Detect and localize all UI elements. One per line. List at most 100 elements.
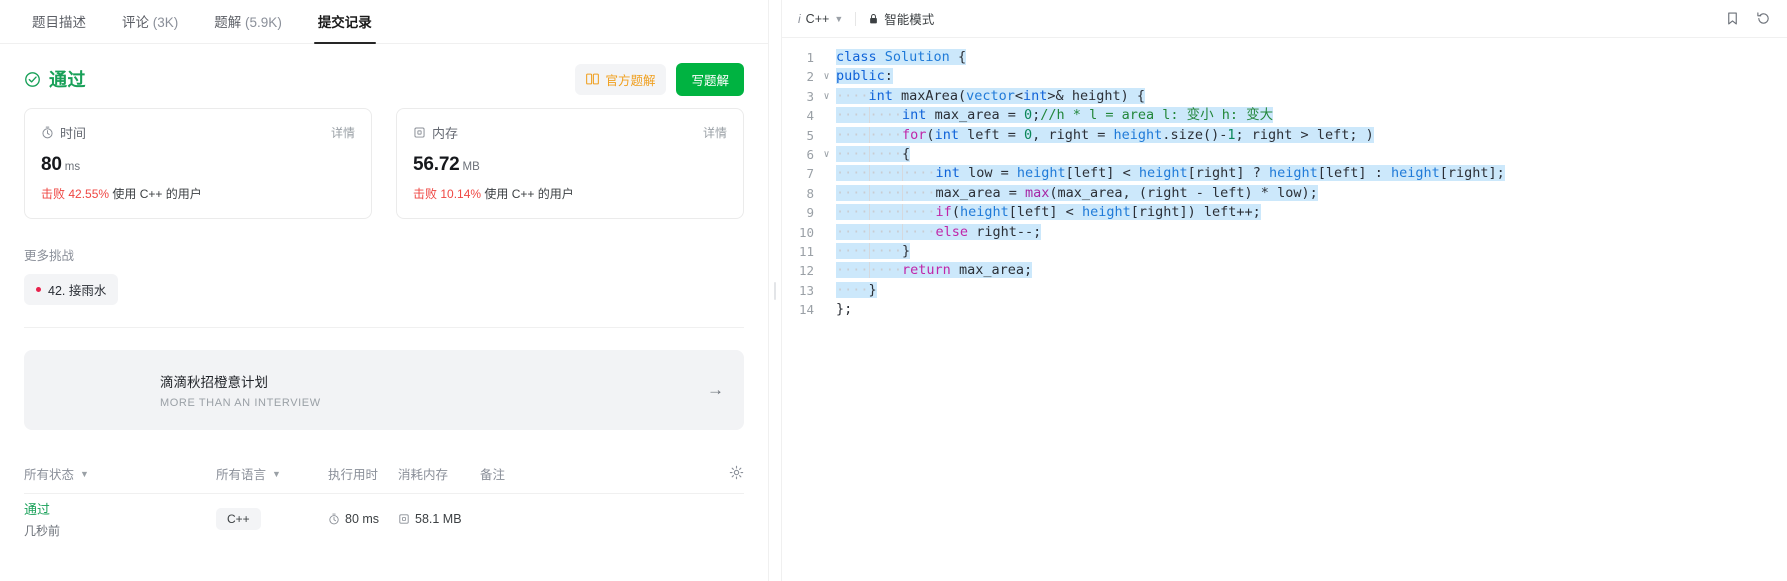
memory-card-label: 内存	[432, 126, 459, 141]
memory-beat-pct: 10.14%	[440, 187, 482, 201]
tab-solutions-count: (5.9K)	[245, 14, 282, 30]
runtime-beat-pct: 42.55%	[68, 187, 110, 201]
code-line: 4 ········int max_area = 0;//h * l = are…	[782, 106, 1787, 125]
challenge-chip[interactable]: 42. 接雨水	[24, 274, 119, 305]
resize-grip-icon	[774, 281, 776, 300]
row-status-text[interactable]: 通过	[24, 499, 216, 518]
code-line: 12 ········return max_area;	[782, 261, 1787, 280]
fold-toggle[interactable]	[820, 300, 833, 319]
fold-toggle[interactable]: ∨	[820, 145, 833, 164]
stopwatch-icon	[329, 513, 339, 525]
table-settings-button[interactable]	[720, 465, 744, 483]
col-runtime-header: 执行用时	[328, 468, 379, 482]
write-solution-button[interactable]: 写题解	[676, 62, 744, 96]
line-number: 12	[798, 263, 814, 279]
official-solution-button[interactable]: 官方题解	[575, 63, 667, 95]
code-line-text: ········{	[836, 145, 911, 162]
row-status-cell: 通过 几秒前	[24, 499, 216, 539]
gear-icon	[729, 465, 744, 479]
filter-language-dropdown[interactable]: 所有语言 ▼	[216, 464, 328, 483]
code-line: 5 ········for(int left = 0, right = heig…	[782, 126, 1787, 145]
bookmark-icon[interactable]	[1725, 11, 1740, 26]
tab-description[interactable]: 题目描述	[14, 0, 104, 44]
history-revert-icon[interactable]	[1756, 11, 1771, 26]
stopwatch-icon	[42, 126, 53, 139]
col-note-header: 备注	[480, 468, 506, 482]
tab-solutions-label: 题解	[214, 14, 242, 30]
code-line: 10 ············else right--;	[782, 223, 1787, 242]
memory-detail-link[interactable]: 详情	[703, 124, 727, 141]
language-selector-label: C++	[805, 11, 830, 26]
fold-toggle[interactable]: ∨	[820, 87, 833, 106]
line-number: 7	[806, 166, 814, 182]
language-selector[interactable]: i C++ ▼	[798, 12, 843, 26]
line-number: 10	[798, 224, 814, 240]
runtime-detail-link[interactable]: 详情	[331, 124, 355, 141]
runtime-unit: ms	[64, 161, 81, 173]
result-header: 通过 官方题解 写题解	[24, 62, 744, 96]
runtime-card: 时间 详情 80 ms 击败 42.55% 使用 C++ 的用户	[24, 108, 372, 219]
result-status-group: 通过	[24, 66, 86, 92]
fold-toggle[interactable]	[820, 164, 833, 183]
code-line: 11 ········}	[782, 242, 1787, 261]
runtime-beat: 击败 42.55% 使用 C++ 的用户	[41, 185, 355, 202]
left-body: 通过 官方题解 写题解 时间 详情 80 ms 击败 42.55% 使用 C++…	[0, 62, 768, 544]
runtime-beat-suffix: 使用 C++ 的用户	[112, 187, 202, 201]
fold-toggle[interactable]	[820, 126, 833, 145]
lock-icon	[870, 13, 878, 23]
fold-toggle[interactable]	[820, 281, 833, 300]
memory-icon	[414, 127, 425, 138]
tab-comments-count: (3K)	[152, 14, 179, 30]
fold-toggle[interactable]	[820, 203, 833, 222]
result-status-text: 通过	[49, 70, 86, 90]
code-line: 7 ············int low = height[left] < h…	[782, 164, 1787, 183]
code-line-text: ············max_area = max(max_area, (ri…	[836, 184, 1318, 201]
fold-toggle[interactable]	[820, 106, 833, 125]
fold-toggle[interactable]	[820, 184, 833, 203]
memory-value: 56.72	[413, 154, 460, 175]
smart-mode-button[interactable]: 智能模式	[868, 9, 934, 28]
code-line: 1 class Solution {	[782, 48, 1787, 67]
info-icon: i	[798, 11, 801, 26]
official-solution-label: 官方题解	[605, 73, 656, 88]
code-line-text: class Solution {	[836, 49, 967, 65]
fold-toggle[interactable]	[820, 48, 833, 67]
chevron-down-icon: ▼	[80, 468, 89, 479]
fold-toggle[interactable]	[820, 223, 833, 242]
memory-beat-prefix: 击败	[413, 187, 438, 201]
memory-beat: 击败 10.14% 使用 C++ 的用户	[413, 185, 727, 202]
runtime-card-title: 时间	[41, 123, 86, 142]
code-line-text: public:	[836, 68, 893, 85]
row-memory-cell: 58.1 MB	[398, 512, 518, 526]
row-time-ago: 几秒前	[24, 524, 61, 538]
promo-arrow-icon[interactable]: →	[707, 380, 724, 400]
promo-text-group: 滴滴秋招橙意计划 MORE THAN AN INTERVIEW	[160, 371, 321, 409]
line-number: 4	[806, 108, 814, 124]
runtime-beat-prefix: 击败	[41, 187, 66, 201]
line-number: 8	[806, 185, 814, 201]
memory-card-title: 内存	[413, 123, 458, 142]
runtime-card-header: 时间 详情	[41, 123, 355, 142]
tab-submissions[interactable]: 提交记录	[300, 0, 390, 44]
tab-description-label: 题目描述	[32, 14, 86, 30]
filter-status-dropdown[interactable]: 所有状态 ▼	[24, 464, 216, 483]
check-circle-icon	[25, 71, 40, 87]
table-row[interactable]: 通过 几秒前 C++ 80 ms 58.1 MB	[24, 494, 744, 544]
memory-icon	[399, 514, 409, 524]
panel-resize-handle[interactable]	[769, 0, 781, 581]
fold-toggle[interactable]: ∨	[820, 67, 833, 86]
memory-card-header: 内存 详情	[413, 123, 727, 142]
memory-card: 内存 详情 56.72 MB 击败 10.14% 使用 C++ 的用户	[396, 108, 744, 219]
tab-solutions[interactable]: 题解 (5.9K)	[196, 0, 300, 44]
promo-banner[interactable]: 滴滴秋招橙意计划 MORE THAN AN INTERVIEW →	[24, 350, 744, 430]
code-area[interactable]: 1 class Solution { 2 ∨ public: 3 ∨ ····i…	[782, 38, 1787, 581]
code-line-text: ········int max_area = 0;//h * l = area …	[836, 107, 1274, 124]
runtime-value-group: 80 ms	[41, 154, 355, 176]
row-memory-value: 58.1 MB	[415, 512, 462, 526]
tab-comments[interactable]: 评论 (3K)	[104, 0, 196, 44]
line-number: 11	[798, 243, 814, 259]
fold-toggle[interactable]	[820, 242, 833, 261]
fold-toggle[interactable]	[820, 261, 833, 280]
code-line-text: ····int maxArea(vector<int>& height) {	[836, 87, 1145, 104]
line-number: 5	[806, 127, 814, 143]
